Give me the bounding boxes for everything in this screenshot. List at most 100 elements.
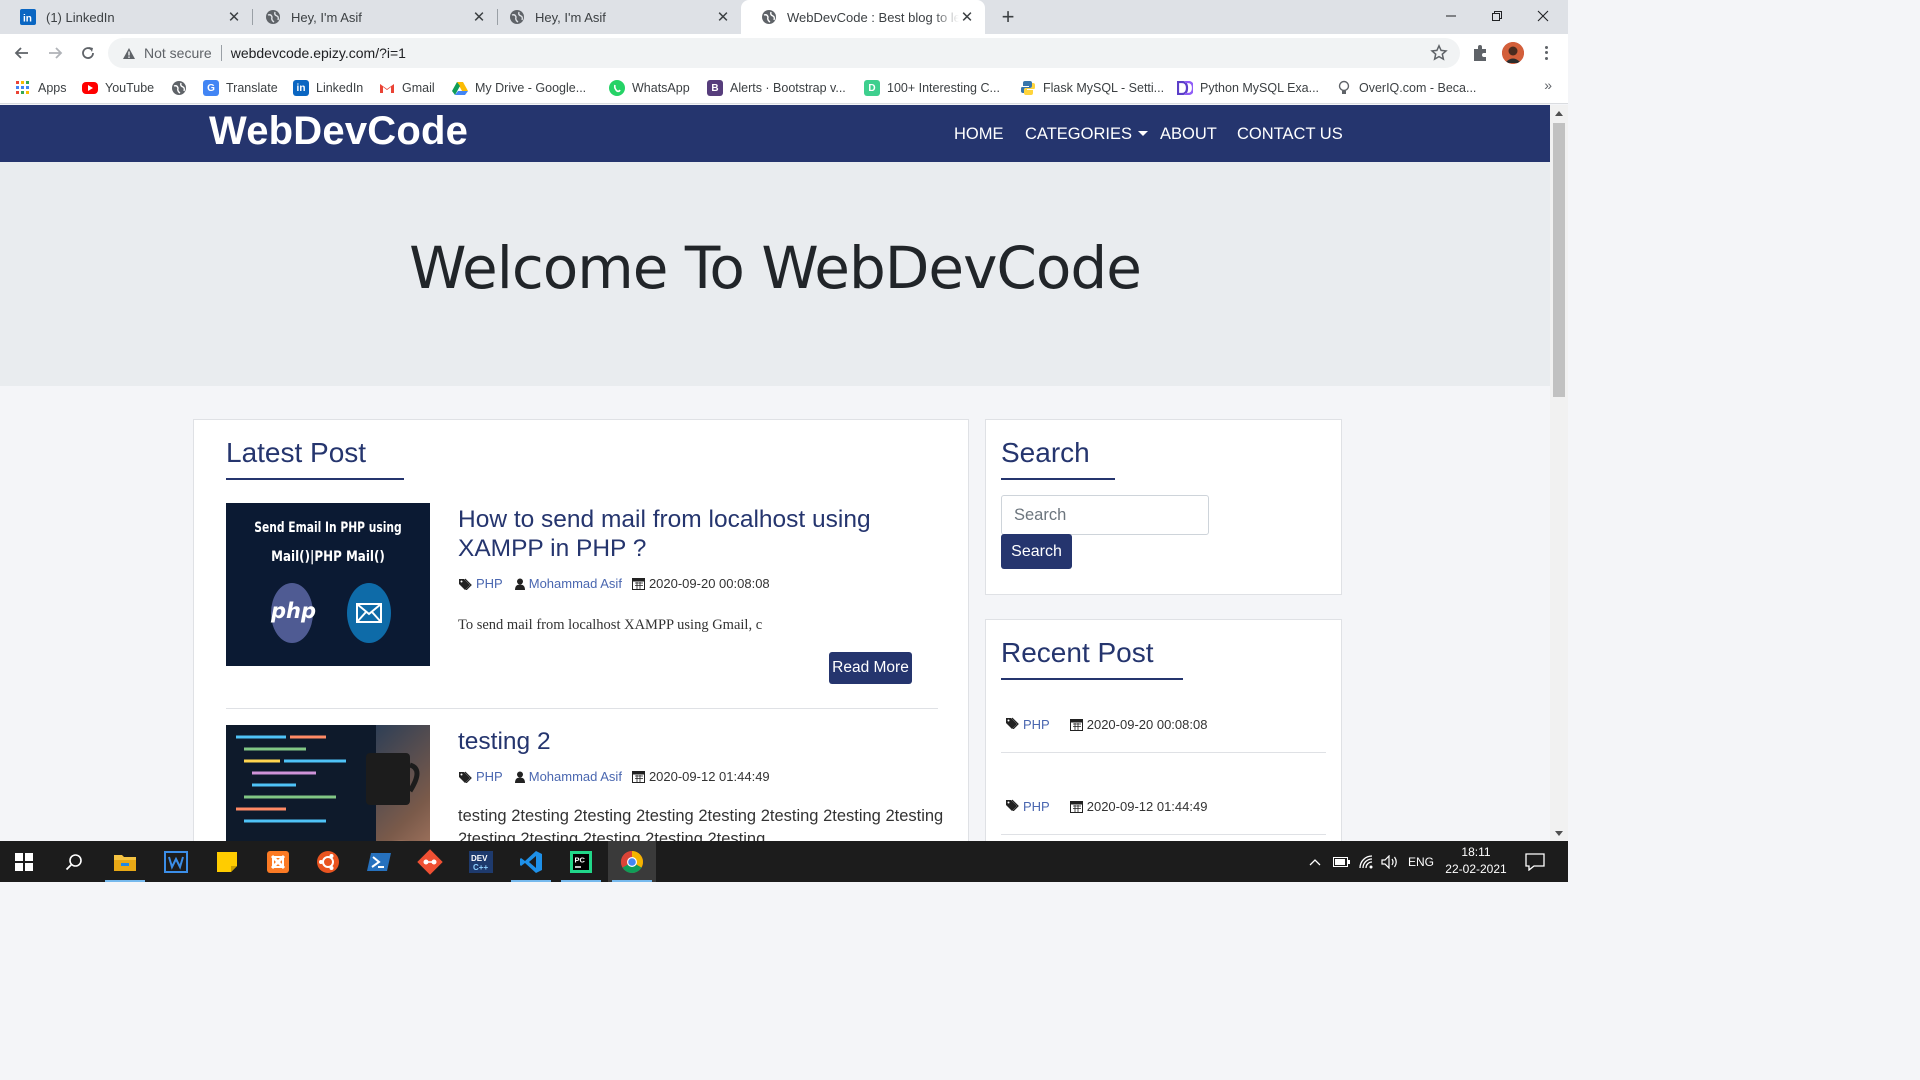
- minimize-button[interactable]: [1428, 0, 1474, 32]
- page-scrollbar[interactable]: [1550, 105, 1568, 841]
- battery-icon[interactable]: [1333, 841, 1351, 882]
- tray-overflow-chevron-icon[interactable]: [1308, 841, 1322, 882]
- volume-icon[interactable]: [1381, 841, 1399, 882]
- bookmark-overiq[interactable]: OverIQ.com - Beca...: [1336, 78, 1476, 98]
- bookmark-globe[interactable]: [171, 78, 194, 98]
- bookmark-whatsapp[interactable]: WhatsApp: [609, 78, 690, 98]
- taskbar-devcpp[interactable]: DEV C++: [457, 841, 505, 882]
- profile-avatar[interactable]: [1502, 42, 1524, 64]
- post-category-link[interactable]: PHP: [476, 576, 503, 591]
- taskbar-ubuntu[interactable]: [304, 841, 352, 882]
- security-label[interactable]: Not secure: [144, 45, 212, 61]
- post-title-link[interactable]: How to send mail from localhost using XA…: [458, 505, 918, 563]
- taskbar-search-button[interactable]: [50, 841, 98, 882]
- bookmark-label: Gmail: [402, 81, 435, 95]
- browser-tab-asif-1[interactable]: Hey, I'm Asif ✕: [245, 0, 497, 34]
- scrollbar-thumb[interactable]: [1553, 123, 1565, 397]
- input-language-indicator[interactable]: ENG: [1408, 841, 1434, 882]
- recent-post-item[interactable]: PHP 2020-09-20 00:08:08: [1005, 717, 1207, 732]
- forward-button[interactable]: [42, 40, 68, 66]
- post-category-link[interactable]: PHP: [476, 769, 503, 784]
- post-author-link[interactable]: Mohammad Asif: [529, 576, 622, 591]
- scroll-down-arrow-icon[interactable]: [1555, 831, 1563, 836]
- bookmark-youtube[interactable]: YouTube: [82, 78, 154, 98]
- tags-icon: [458, 771, 472, 783]
- clock-date: 22-02-2021: [1445, 862, 1507, 876]
- svg-text:in: in: [23, 14, 32, 25]
- taskbar-powershell[interactable]: [355, 841, 403, 882]
- back-button[interactable]: [9, 40, 35, 66]
- recent-post-category[interactable]: PHP: [1023, 799, 1050, 814]
- taskbar-pycharm[interactable]: PC: [557, 841, 605, 882]
- user-icon: [514, 771, 525, 783]
- recent-post-item[interactable]: PHP 2020-09-12 01:44:49: [1005, 799, 1207, 814]
- bookmark-flask[interactable]: Flask MySQL - Setti...: [1020, 78, 1164, 98]
- recent-post-category[interactable]: PHP: [1023, 717, 1050, 732]
- post-thumbnail-laptop[interactable]: [226, 725, 430, 841]
- bookmark-linkedin[interactable]: in LinkedIn: [293, 78, 363, 98]
- bookmark-python-mysql[interactable]: Python MySQL Exa...: [1177, 78, 1319, 98]
- taskbar-xampp[interactable]: [254, 841, 302, 882]
- close-tab-icon[interactable]: ✕: [959, 9, 975, 26]
- browser-tab-linkedin[interactable]: in (1) LinkedIn ✕: [0, 0, 252, 34]
- extensions-puzzle-icon[interactable]: [1470, 43, 1490, 63]
- linkedin-icon: in: [293, 80, 309, 96]
- heading-underline: [1001, 678, 1183, 680]
- taskbar-sticky-notes[interactable]: [203, 841, 251, 882]
- nav-categories-dropdown[interactable]: CATEGORIES: [1025, 125, 1148, 144]
- windows-start-button[interactable]: [0, 841, 48, 882]
- pycharm-icon: PC: [570, 850, 592, 873]
- recent-post-divider: [1001, 834, 1326, 835]
- notification-center-icon[interactable]: [1525, 841, 1545, 882]
- clock-time: 18:11: [1461, 845, 1491, 859]
- read-more-button[interactable]: Read More: [829, 652, 912, 684]
- wifi-icon[interactable]: [1359, 841, 1375, 882]
- address-bar[interactable]: Not secure webdevcode.epizy.com/?i=1: [108, 38, 1460, 68]
- site-brand-logo[interactable]: WebDevCode: [209, 109, 468, 154]
- search-input[interactable]: [1001, 495, 1209, 535]
- user-icon: [514, 578, 525, 590]
- browser-tab-webdevcode[interactable]: WebDevCode : Best blog to learn ✕: [741, 0, 985, 34]
- post-thumbnail[interactable]: Send Email In PHP using Mail()|PHP Mail(…: [226, 503, 430, 666]
- calendar-icon: [631, 577, 645, 590]
- post-author-link[interactable]: Mohammad Asif: [529, 769, 622, 784]
- latest-post-heading: Latest Post: [226, 437, 367, 468]
- active-indicator: [612, 880, 652, 882]
- close-tab-icon[interactable]: ✕: [471, 9, 487, 26]
- active-indicator: [511, 880, 551, 882]
- new-tab-button[interactable]: +: [996, 4, 1020, 29]
- close-window-button[interactable]: [1520, 0, 1566, 32]
- nav-contact-link[interactable]: CONTACT US: [1237, 125, 1343, 144]
- bookmark-gmail[interactable]: Gmail: [379, 78, 435, 98]
- bookmark-bootstrap[interactable]: B Alerts · Bootstrap v...: [707, 78, 846, 98]
- taskbar-chrome[interactable]: [608, 841, 656, 882]
- gmail-icon: [379, 80, 395, 96]
- browser-tab-asif-2[interactable]: Hey, I'm Asif ✕: [489, 0, 741, 34]
- taskbar-clock[interactable]: 18:11 22-02-2021: [1440, 844, 1512, 878]
- reload-button[interactable]: [75, 40, 101, 66]
- nav-about-link[interactable]: ABOUT: [1160, 125, 1217, 144]
- warning-triangle-icon[interactable]: [122, 47, 136, 60]
- scroll-up-arrow-icon[interactable]: [1555, 111, 1563, 116]
- bookmark-translate[interactable]: G Translate: [203, 78, 278, 98]
- taskbar-git-app[interactable]: [406, 841, 454, 882]
- search-button[interactable]: Search: [1001, 534, 1072, 569]
- url-text[interactable]: webdevcode.epizy.com/?i=1: [231, 45, 406, 61]
- xampp-icon: [267, 850, 289, 873]
- taskbar-file-explorer[interactable]: [101, 841, 149, 882]
- post-title-link[interactable]: testing 2: [458, 727, 551, 756]
- folder-icon: [114, 854, 136, 871]
- restore-button[interactable]: [1474, 0, 1520, 32]
- taskbar-word-app[interactable]: [152, 841, 200, 882]
- bookmark-interesting[interactable]: D 100+ Interesting C...: [864, 78, 1000, 98]
- close-tab-icon[interactable]: ✕: [226, 9, 242, 26]
- nav-home-link[interactable]: HOME: [954, 125, 1004, 144]
- bookmark-apps[interactable]: Apps: [15, 78, 67, 98]
- taskbar-vscode[interactable]: [507, 841, 555, 882]
- bookmark-drive[interactable]: My Drive - Google...: [452, 78, 586, 98]
- browser-menu-icon[interactable]: [1538, 42, 1554, 64]
- bookmarks-overflow-button[interactable]: »: [1544, 77, 1552, 93]
- dev-cpp-icon: DEVC++: [469, 850, 493, 873]
- close-tab-icon[interactable]: ✕: [715, 9, 731, 26]
- bookmark-star-icon[interactable]: [1430, 43, 1448, 62]
